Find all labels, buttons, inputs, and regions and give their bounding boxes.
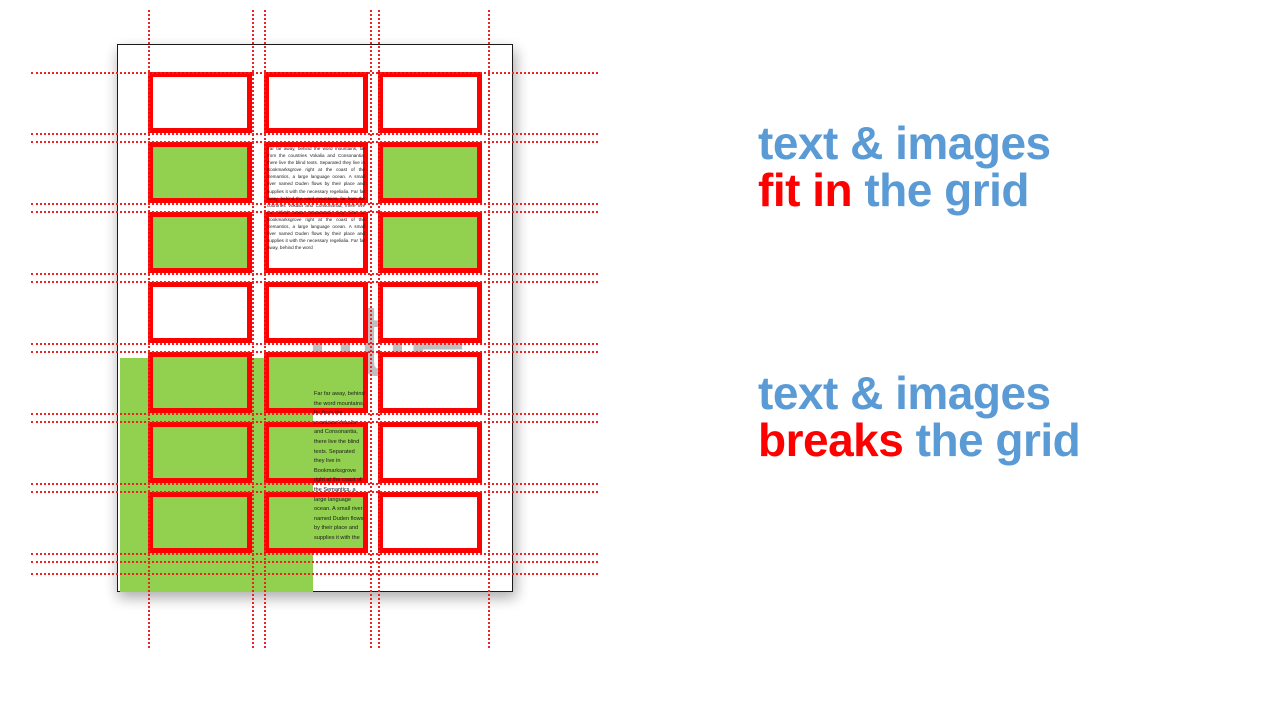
- horizontal-guide-0[interactable]: [31, 72, 598, 74]
- grid-cell-r5-c0[interactable]: [148, 422, 252, 483]
- grid-cell-r3-c1[interactable]: [264, 282, 368, 343]
- horizontal-guide-13[interactable]: [31, 553, 598, 555]
- grid-cell-r2-c0[interactable]: [148, 212, 252, 273]
- horizontal-guide-1[interactable]: [31, 133, 598, 135]
- horizontal-guide-5[interactable]: [31, 273, 598, 275]
- headline-rest: the grid: [903, 414, 1081, 466]
- headline-highlight: fit in: [758, 164, 853, 216]
- grid-cell-r3-c0[interactable]: [148, 282, 252, 343]
- body-text-block: Far far away, behind the word mountains,…: [267, 146, 365, 251]
- horizontal-guide-15[interactable]: [31, 573, 598, 575]
- horizontal-guide-7[interactable]: [31, 343, 598, 345]
- headline-rest: the grid: [852, 164, 1030, 216]
- grid-cell-r4-c0[interactable]: [148, 352, 252, 413]
- headline-line-2: breaks the grid: [758, 414, 1081, 466]
- headline-breaks-the-grid: text & images breaks the grid: [758, 367, 1081, 466]
- headline-line-1: text & images: [758, 367, 1051, 419]
- horizontal-guide-6[interactable]: [31, 281, 598, 283]
- grid-cell-r1-c2[interactable]: [378, 142, 482, 203]
- horizontal-guide-10[interactable]: [31, 421, 598, 423]
- headline-line-2: fit in the grid: [758, 167, 1051, 214]
- grid-cell-r6-c2[interactable]: [378, 492, 482, 553]
- grid-cell-r2-c2[interactable]: [378, 212, 482, 273]
- grid-cell-r3-c2[interactable]: [378, 282, 482, 343]
- grid-cell-r0-c2[interactable]: [378, 72, 482, 133]
- horizontal-guide-9[interactable]: [31, 413, 598, 415]
- horizontal-guide-2[interactable]: [31, 141, 598, 143]
- headline-fit-in-the-grid: text & images fit in the grid: [758, 120, 1051, 214]
- slide-canvas: title title Far far away, behind the wor…: [0, 0, 1280, 720]
- grid-cell-r1-c0[interactable]: [148, 142, 252, 203]
- horizontal-guide-11[interactable]: [31, 483, 598, 485]
- grid-cell-r5-c2[interactable]: [378, 422, 482, 483]
- grid-cell-r0-c0[interactable]: [148, 72, 252, 133]
- headline-line-1: text & images: [758, 117, 1051, 169]
- horizontal-guide-4[interactable]: [31, 211, 598, 213]
- grid-cell-r4-c2[interactable]: [378, 352, 482, 413]
- horizontal-guide-14[interactable]: [31, 561, 598, 563]
- headline-highlight: breaks: [758, 414, 904, 466]
- grid-cell-r0-c1[interactable]: [264, 72, 368, 133]
- horizontal-guide-12[interactable]: [31, 491, 598, 493]
- grid-cell-r6-c0[interactable]: [148, 492, 252, 553]
- horizontal-guide-3[interactable]: [31, 203, 598, 205]
- horizontal-guide-8[interactable]: [31, 351, 598, 353]
